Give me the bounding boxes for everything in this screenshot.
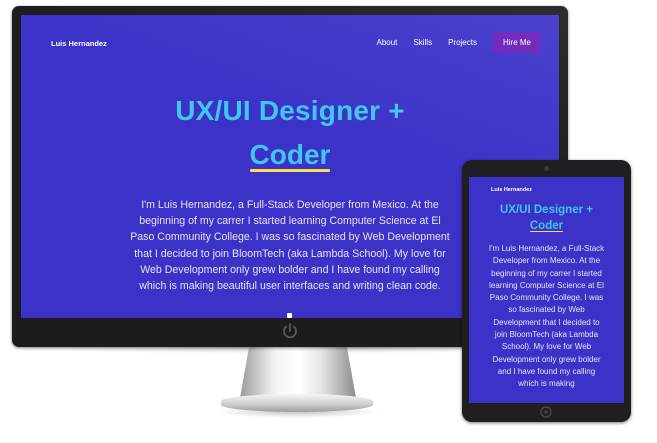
power-icon (283, 323, 297, 339)
nav-link-skills[interactable]: Skills (413, 38, 432, 47)
hire-me-button[interactable]: Hire Me (492, 32, 541, 53)
tablet-hero-description: I'm Luis Hernandez, a Full-Stack Develop… (488, 244, 605, 389)
hero-headline-coder: Coder (249, 139, 330, 173)
tablet-screen: Luis Hernandez UX/UI Designer + Coder I'… (469, 177, 624, 403)
monitor-stand-neck (240, 346, 356, 398)
hero-description: I'm Luis Hernandez, a Full-Stack Develop… (130, 199, 450, 293)
tablet-hero-headline: UX/UI Designer + (500, 204, 593, 216)
tablet-camera-icon (544, 166, 549, 171)
nav-link-about[interactable]: About (377, 38, 398, 47)
tablet-brand-logo[interactable]: Luis Hernandez (491, 187, 532, 193)
monitor-stand-base (221, 394, 373, 412)
scroll-indicator (287, 313, 292, 318)
tablet-device: Luis Hernandez UX/UI Designer + Coder I'… (462, 160, 631, 422)
nav-link-projects[interactable]: Projects (448, 38, 477, 47)
tablet-hero-headline-coder: Coder (529, 220, 564, 232)
desktop-brand-logo[interactable]: Luis Hernandez (51, 39, 107, 48)
desktop-nav: About Skills Projects Hire Me (361, 32, 541, 53)
home-button-icon (540, 406, 552, 418)
hero-headline: UX/UI Designer + (175, 95, 405, 126)
tablet-hero-headline-line2: Coder (469, 220, 624, 232)
